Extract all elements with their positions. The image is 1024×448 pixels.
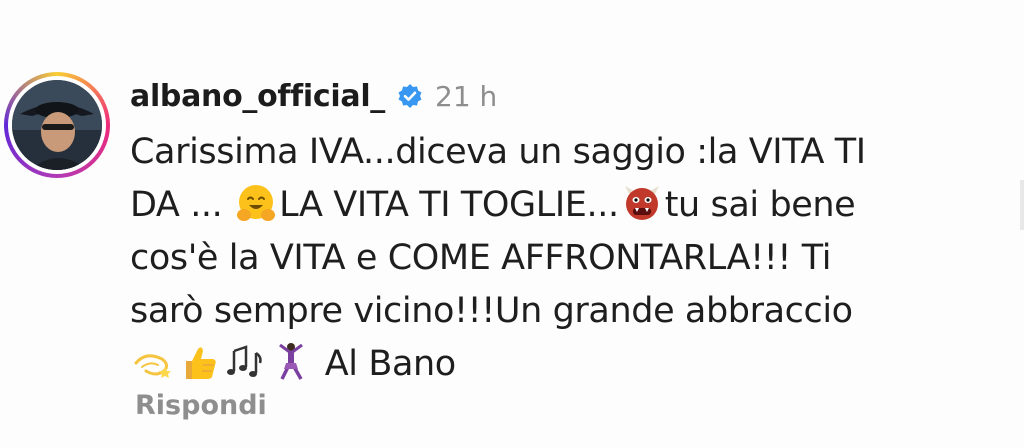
hugging-face-emoji: [237, 185, 276, 221]
verified-badge-icon: [398, 84, 422, 108]
dancer-emoji: [279, 343, 303, 380]
comment-header: albano_official_ 21 h: [130, 74, 1010, 118]
thumbs-up-emoji: [186, 347, 216, 379]
comment-line-2b: LA VITA TI TOGLIE...: [279, 185, 619, 225]
avatar-photo: [12, 80, 102, 170]
comment-line-3: cos'è la VITA e COME AFFRONTARLA!!! Ti: [130, 238, 832, 278]
comment-screen: albano_official_ 21 h Carissima IVA...di…: [0, 0, 1024, 448]
edge-shadow: [1020, 180, 1024, 230]
comment-line-4: sarò sempre vicino!!!Un grande abbraccio: [130, 291, 853, 331]
reply-button[interactable]: Rispondi: [135, 390, 267, 421]
comment-text: Carissima IVA...diceva un saggio :la VIT…: [130, 126, 1010, 391]
username-link[interactable]: albano_official_: [130, 79, 385, 114]
comment-line-5: Al Bano: [324, 344, 456, 384]
comment-line-1: Carissima IVA...diceva un saggio :la VIT…: [130, 132, 866, 172]
comment-line-2c: tu sai bene: [664, 185, 856, 225]
avatar[interactable]: [4, 72, 110, 178]
comment-body: albano_official_ 21 h Carissima IVA...di…: [130, 74, 1010, 391]
dizzy-emoji: [134, 354, 171, 378]
timestamp: 21 h: [435, 79, 498, 113]
musical-notes-emoji: [227, 345, 262, 377]
comment-line-2a: DA ...: [130, 185, 223, 225]
ogre-emoji: [624, 186, 659, 220]
